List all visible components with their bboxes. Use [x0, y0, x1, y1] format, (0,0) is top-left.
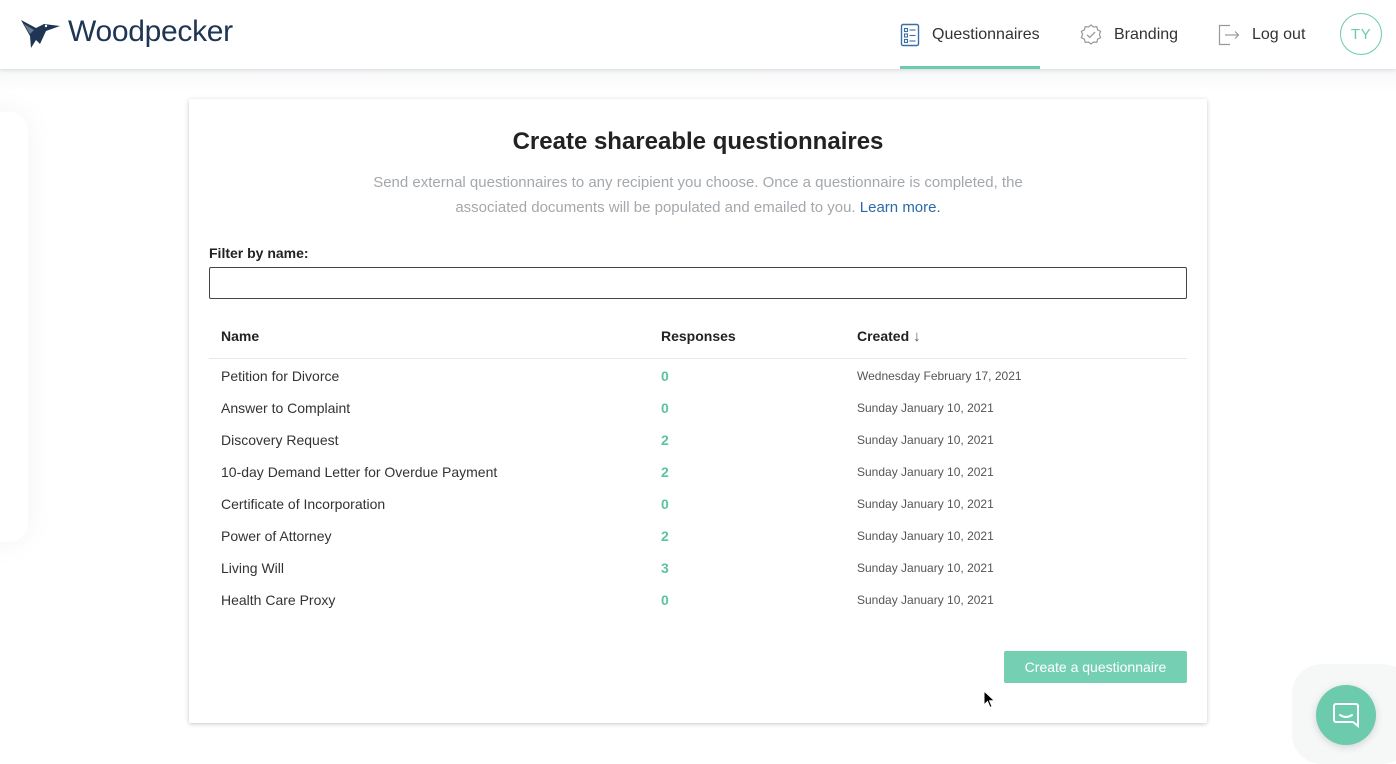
- row-created-date: Sunday January 10, 2021: [857, 529, 994, 543]
- user-avatar[interactable]: TY: [1340, 13, 1382, 55]
- table-body: Petition for Divorce 0 Wednesday February …: [209, 359, 1187, 615]
- woodpecker-bird-icon: [21, 20, 60, 48]
- table-header: Name Responses Created ↓: [209, 319, 1187, 359]
- row-name[interactable]: Certificate of Incorporation: [221, 496, 385, 512]
- row-responses[interactable]: 0: [661, 496, 669, 512]
- filter-by-name-input[interactable]: [209, 267, 1187, 299]
- chat-bubble-icon: [1333, 703, 1359, 729]
- chat-launcher-button[interactable]: [1316, 685, 1376, 745]
- row-created-date: Wednesday February 17, 2021: [857, 369, 1022, 383]
- table-row[interactable]: Living Will 3 Sunday January 10, 2021: [209, 551, 1187, 583]
- table-row[interactable]: Discovery Request 2 Sunday January 10, 202…: [209, 423, 1187, 455]
- table-row[interactable]: Certificate of Incorporation 0 Sunday Janu…: [209, 487, 1187, 519]
- nav-logout-label: Log out: [1252, 25, 1306, 43]
- row-name[interactable]: Health Care Proxy: [221, 592, 335, 608]
- nav-logout[interactable]: Log out: [1218, 0, 1305, 69]
- filter-label: Filter by name:: [209, 245, 309, 261]
- row-responses[interactable]: 0: [661, 592, 669, 608]
- learn-more-link[interactable]: Learn more.: [860, 199, 941, 216]
- table-row[interactable]: Power of Attorney 2 Sunday January 10, 202…: [209, 519, 1187, 551]
- row-created-date: Sunday January 10, 2021: [857, 433, 994, 447]
- row-name[interactable]: Answer to Complaint: [221, 400, 350, 416]
- questionnaires-card: Create shareable questionnaires Send ext…: [189, 99, 1207, 723]
- row-created-date: Sunday January 10, 2021: [857, 401, 994, 415]
- questionnaires-table: Name Responses Created ↓ Petition for Div…: [209, 319, 1187, 615]
- table-row[interactable]: Answer to Complaint 0 Sunday January 10, 2…: [209, 391, 1187, 423]
- mouse-cursor-icon: [983, 690, 996, 709]
- brand-name: Woodpecker: [68, 15, 233, 48]
- badge-check-icon: [1080, 23, 1102, 46]
- row-created-date: Sunday January 10, 2021: [857, 497, 994, 511]
- column-header-name[interactable]: Name: [221, 328, 259, 344]
- column-header-created-label: Created: [857, 328, 910, 344]
- row-name[interactable]: Petition for Divorce: [221, 368, 339, 384]
- table-row[interactable]: Health Care Proxy 0 Sunday January 10, 202…: [209, 583, 1187, 615]
- column-header-responses[interactable]: Responses: [661, 328, 736, 344]
- logout-icon: [1218, 24, 1240, 46]
- row-created-date: Sunday January 10, 2021: [857, 561, 994, 575]
- nav-questionnaires-label: Questionnaires: [932, 25, 1040, 43]
- table-row[interactable]: Petition for Divorce 0 Wednesday February …: [209, 359, 1187, 391]
- row-responses[interactable]: 0: [661, 368, 669, 384]
- column-header-created[interactable]: Created ↓: [857, 328, 921, 345]
- create-questionnaire-button[interactable]: Create a questionnaire: [1004, 651, 1187, 683]
- sort-arrow-down-icon: ↓: [913, 328, 921, 345]
- nav-branding[interactable]: Branding: [1080, 0, 1178, 69]
- row-name[interactable]: Discovery Request: [221, 432, 339, 448]
- list-document-icon: [900, 23, 920, 47]
- side-panel-edge: [0, 112, 28, 542]
- header-shadow-band: [0, 69, 1396, 91]
- nav-questionnaires[interactable]: Questionnaires: [900, 0, 1040, 69]
- page-subtitle: Send external questionnaires to any reci…: [349, 170, 1047, 220]
- row-responses[interactable]: 3: [661, 560, 669, 576]
- row-name[interactable]: 10-day Demand Letter for Overdue Payment: [221, 464, 497, 480]
- logo[interactable]: Woodpecker: [20, 14, 233, 50]
- top-header: Woodpecker Questionnaires Branding Log o…: [0, 0, 1396, 69]
- row-responses[interactable]: 2: [661, 464, 669, 480]
- row-responses[interactable]: 2: [661, 528, 669, 544]
- row-name[interactable]: Living Will: [221, 560, 284, 576]
- page-title: Create shareable questionnaires: [512, 128, 884, 155]
- row-responses[interactable]: 0: [661, 400, 669, 416]
- row-responses[interactable]: 2: [661, 432, 669, 448]
- row-created-date: Sunday January 10, 2021: [857, 465, 994, 479]
- row-name[interactable]: Power of Attorney: [221, 528, 332, 544]
- row-created-date: Sunday January 10, 2021: [857, 593, 994, 607]
- nav-branding-label: Branding: [1114, 25, 1179, 43]
- table-row[interactable]: 10-day Demand Letter for Overdue Payment…: [209, 455, 1187, 487]
